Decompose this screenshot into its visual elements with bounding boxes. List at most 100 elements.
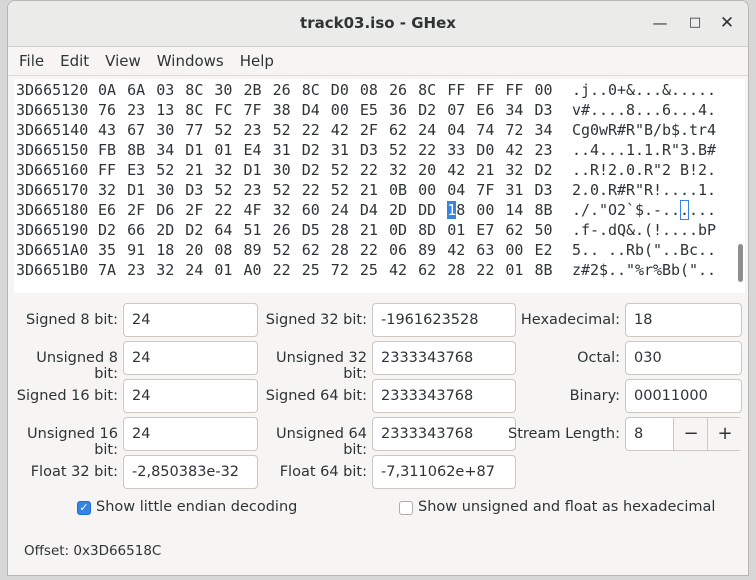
hex-byte[interactable]: 72 <box>505 120 523 140</box>
ascii-char[interactable]: . <box>572 80 581 100</box>
hex-byte[interactable]: 24 <box>331 200 349 220</box>
ascii-char[interactable]: b <box>671 260 680 280</box>
hex-byte[interactable]: 28 <box>447 260 465 280</box>
ascii-char[interactable]: P <box>707 220 716 240</box>
ascii-char[interactable]: " <box>635 180 644 200</box>
ascii-char[interactable]: 4 <box>707 120 716 140</box>
binary-field[interactable]: 00011000 <box>625 379 742 413</box>
ascii-char[interactable]: B <box>698 140 707 160</box>
hex-byte[interactable]: 34 <box>505 100 523 120</box>
ascii-char[interactable]: . <box>662 200 671 220</box>
ascii-char[interactable]: . <box>590 80 599 100</box>
hex-byte[interactable]: 8C <box>418 80 436 100</box>
ascii-char[interactable]: . <box>671 180 680 200</box>
hex-byte[interactable]: 22 <box>360 240 378 260</box>
hex-byte[interactable]: 03 <box>156 80 174 100</box>
unsigned-hex-checkbox[interactable] <box>399 501 413 515</box>
menu-edit[interactable]: Edit <box>52 52 97 70</box>
ascii-char[interactable]: + <box>617 80 626 100</box>
ascii-char[interactable]: . <box>608 240 617 260</box>
ascii-char[interactable]: . <box>644 80 653 100</box>
ascii-char[interactable]: 4 <box>590 140 599 160</box>
hex-byte[interactable]: 62 <box>389 120 407 140</box>
title-bar[interactable]: track03.iso - GHex — □ ✕ <box>8 1 748 47</box>
ascii-char[interactable]: - <box>653 200 662 220</box>
ascii-char[interactable]: / <box>653 120 662 140</box>
ascii-char[interactable]: . <box>707 200 716 220</box>
hex-byte[interactable]: 32 <box>98 180 116 200</box>
hex-byte[interactable]: 0D <box>389 220 407 240</box>
hex-byte[interactable]: 52 <box>156 160 174 180</box>
hex-byte[interactable]: D5 <box>302 220 320 240</box>
ascii-char[interactable]: R <box>626 240 635 260</box>
hex-byte[interactable]: E3 <box>127 160 145 180</box>
hex-byte[interactable]: 77 <box>185 120 203 140</box>
ascii-char[interactable]: . <box>608 140 617 160</box>
hex-byte[interactable]: 20 <box>185 240 203 260</box>
ascii-char[interactable]: . <box>599 180 608 200</box>
hex-byte[interactable]: 38 <box>273 100 291 120</box>
hex-byte[interactable]: 52 <box>273 240 291 260</box>
menu-help[interactable]: Help <box>232 52 282 70</box>
hex-byte[interactable]: 31 <box>331 140 349 160</box>
hex-byte[interactable]: 23 <box>535 140 553 160</box>
ascii-char[interactable]: . <box>608 260 617 280</box>
ascii-char[interactable]: 4 <box>698 100 707 120</box>
hex-byte[interactable]: 04 <box>447 180 465 200</box>
hex-byte[interactable]: 67 <box>127 120 145 140</box>
ascii-char[interactable]: . <box>572 200 581 220</box>
ascii-char[interactable]: $ <box>599 260 608 280</box>
hex-byte[interactable]: E6 <box>98 200 116 220</box>
hex-byte[interactable]: 22 <box>273 260 291 280</box>
ascii-char[interactable]: . <box>680 180 689 200</box>
ascii-char[interactable]: " <box>635 120 644 140</box>
hex-byte[interactable]: D6 <box>156 200 174 220</box>
hex-byte[interactable]: 21 <box>360 180 378 200</box>
hex-byte[interactable]: E7 <box>476 220 494 240</box>
hex-byte-cursor[interactable]: 18 <box>447 200 465 220</box>
hex-byte[interactable]: 18 <box>156 240 174 260</box>
hex-byte[interactable]: 42 <box>331 120 349 140</box>
ascii-char[interactable]: . <box>698 240 707 260</box>
hex-byte[interactable]: 0B <box>389 180 407 200</box>
ascii-char[interactable]: . <box>680 100 689 120</box>
hex-byte[interactable]: 2B <box>244 80 262 100</box>
hex-byte[interactable]: 34 <box>156 140 174 160</box>
ascii-char[interactable]: % <box>653 260 662 280</box>
vertical-scrollbar[interactable] <box>735 79 745 293</box>
hex-byte[interactable]: D3 <box>535 180 553 200</box>
ascii-char[interactable]: . <box>662 180 671 200</box>
hex-byte[interactable]: 30 <box>156 180 174 200</box>
hex-byte[interactable]: D2 <box>185 220 203 240</box>
ascii-char[interactable]: R <box>644 180 653 200</box>
ascii-char[interactable]: 2 <box>617 200 626 220</box>
ascii-char[interactable]: . <box>572 220 581 240</box>
ascii-char[interactable]: B <box>644 120 653 140</box>
hex-byte[interactable]: 52 <box>214 180 232 200</box>
hex-byte[interactable]: 52 <box>331 160 349 180</box>
float64-field[interactable]: -7,311062e+87 <box>372 455 516 489</box>
decrement-button[interactable]: − <box>673 418 708 450</box>
ascii-char[interactable]: . <box>653 140 662 160</box>
ascii-char[interactable]: 6 <box>662 100 671 120</box>
hex-byte[interactable]: 30 <box>214 80 232 100</box>
ascii-char[interactable]: . <box>644 100 653 120</box>
hex-byte[interactable]: 22 <box>214 200 232 220</box>
hex-byte[interactable]: D2 <box>535 160 553 180</box>
hex-byte[interactable]: 60 <box>302 200 320 220</box>
hex-byte[interactable]: 22 <box>302 180 320 200</box>
hex-byte[interactable]: 42 <box>505 140 523 160</box>
hex-byte[interactable]: D1 <box>185 140 203 160</box>
ascii-char[interactable]: . <box>680 220 689 240</box>
ascii-char[interactable]: . <box>698 260 707 280</box>
hex-byte[interactable]: 7A <box>98 260 116 280</box>
hex-byte[interactable]: E4 <box>244 140 262 160</box>
hex-byte[interactable]: 25 <box>302 260 320 280</box>
hex-byte[interactable]: 21 <box>360 220 378 240</box>
stream-length-value[interactable]: 8 <box>634 418 643 450</box>
hex-byte[interactable]: 42 <box>447 160 465 180</box>
ascii-char[interactable]: 0 <box>590 180 599 200</box>
hex-byte[interactable]: 8C <box>185 80 203 100</box>
hex-byte[interactable]: 8C <box>302 80 320 100</box>
hex-byte[interactable]: 52 <box>273 180 291 200</box>
